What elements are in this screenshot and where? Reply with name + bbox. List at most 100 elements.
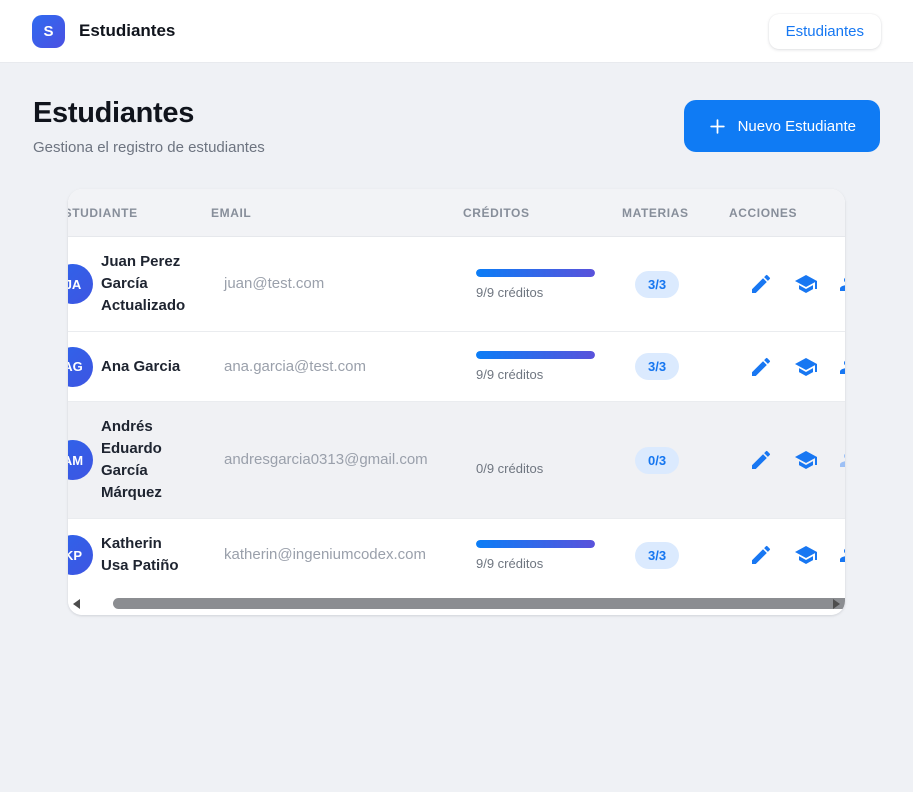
materias-cell: 3/3 (635, 353, 740, 380)
credits-label: 9/9 créditos (476, 285, 635, 300)
column-header-acciones: ACCIONES (727, 206, 845, 220)
email-cell: juan@test.com (224, 275, 476, 293)
avatar: AG (68, 347, 93, 387)
avatar-initials: JA (68, 277, 81, 292)
student-email: ana.garcia@test.com (224, 358, 366, 375)
column-header-email: EMAIL (211, 206, 463, 220)
main-content: Estudiantes Gestiona el registro de estu… (0, 63, 913, 615)
student-name: Juan Perez García Actualizado (101, 251, 189, 317)
people-icon-button[interactable] (839, 272, 845, 296)
credits-progress-fill (476, 351, 595, 359)
credits-cell: 0/9 créditos (476, 445, 635, 476)
avatar-initials: AG (68, 359, 83, 374)
graduation-cap-icon (794, 355, 818, 379)
students-table-card: ESTUDIANTE EMAIL CRÉDITOS MATERIAS ACCIO… (68, 189, 845, 615)
student-cell: JA Juan Perez García Actualizado (68, 251, 224, 317)
avatar: JA (68, 264, 93, 304)
materias-cell: 3/3 (635, 542, 740, 569)
subjects-button[interactable] (794, 355, 818, 379)
table-row: AM Andrés Eduardo García Márquez andresg… (68, 402, 845, 519)
materias-cell: 0/3 (635, 447, 740, 474)
people-icon-button[interactable] (839, 543, 845, 567)
page-header-text: Estudiantes Gestiona el registro de estu… (33, 96, 265, 156)
app-logo-letter: S (43, 23, 53, 40)
materias-badge: 3/3 (635, 271, 679, 298)
graduation-cap-icon (794, 543, 818, 567)
email-cell: katherin@ingeniumcodex.com (224, 546, 476, 564)
table-header-row: ESTUDIANTE EMAIL CRÉDITOS MATERIAS ACCIO… (68, 189, 845, 237)
pencil-icon (749, 448, 773, 472)
page-title: Estudiantes (33, 96, 265, 130)
credits-cell: 9/9 créditos (476, 269, 635, 300)
people-icon (839, 355, 845, 379)
student-name: Katherin Usa Patiño (101, 533, 189, 577)
nav-link-estudiantes[interactable]: Estudiantes (769, 14, 881, 49)
brand: S Estudiantes (32, 15, 175, 48)
edit-button[interactable] (749, 543, 773, 567)
people-icon-button[interactable] (839, 355, 845, 379)
table-row: AG Ana Garcia ana.garcia@test.com 9/9 cr… (68, 332, 845, 402)
people-icon (839, 272, 845, 296)
actions-cell (740, 537, 845, 573)
top-navbar: S Estudiantes Estudiantes (0, 0, 913, 63)
subjects-button[interactable] (794, 272, 818, 296)
materias-badge: 0/3 (635, 447, 679, 474)
subjects-button[interactable] (794, 448, 818, 472)
avatar: KP (68, 535, 93, 575)
people-icon-button[interactable] (839, 448, 845, 472)
materias-badge: 3/3 (635, 353, 679, 380)
subjects-button[interactable] (794, 543, 818, 567)
table-row: JA Juan Perez García Actualizado juan@te… (68, 237, 845, 332)
column-header-creditos: CRÉDITOS (463, 206, 622, 220)
email-cell: ana.garcia@test.com (224, 358, 476, 376)
column-header-estudiante: ESTUDIANTE (68, 206, 211, 220)
graduation-cap-icon (794, 272, 818, 296)
actions-cell (740, 349, 845, 385)
credits-progressbar (476, 540, 595, 548)
student-email: juan@test.com (224, 275, 324, 292)
edit-button[interactable] (749, 448, 773, 472)
plus-icon (708, 117, 727, 136)
credits-label: 9/9 créditos (476, 367, 635, 382)
pencil-icon (749, 355, 773, 379)
email-cell: andresgarcia0313@gmail.com (224, 451, 476, 469)
people-icon (839, 543, 845, 567)
student-email: katherin@ingeniumcodex.com (224, 546, 426, 563)
avatar-initials: AM (68, 453, 83, 468)
page-header: Estudiantes Gestiona el registro de estu… (33, 96, 880, 156)
actions-cell (740, 266, 845, 302)
edit-button[interactable] (749, 355, 773, 379)
credits-cell: 9/9 créditos (476, 351, 635, 382)
credits-progressbar (476, 445, 595, 453)
student-cell: AG Ana Garcia (68, 347, 224, 387)
scroll-right-arrow[interactable] (833, 599, 840, 609)
page-subtitle: Gestiona el registro de estudiantes (33, 139, 265, 156)
student-name: Andrés Eduardo García Márquez (101, 416, 189, 504)
scrollbar-thumb[interactable] (113, 598, 845, 609)
new-student-button-label: Nuevo Estudiante (738, 118, 856, 135)
horizontal-scrollbar[interactable] (68, 591, 845, 615)
credits-cell: 9/9 créditos (476, 540, 635, 571)
credits-label: 9/9 créditos (476, 556, 635, 571)
app-title: Estudiantes (79, 21, 175, 41)
materias-badge: 3/3 (635, 542, 679, 569)
credits-progress-fill (476, 269, 595, 277)
credits-progressbar (476, 351, 595, 359)
new-student-button[interactable]: Nuevo Estudiante (684, 100, 880, 152)
student-name: Ana Garcia (101, 356, 180, 378)
app-logo: S (32, 15, 65, 48)
graduation-cap-icon (794, 448, 818, 472)
credits-progressbar (476, 269, 595, 277)
avatar: AM (68, 440, 93, 480)
pencil-icon (749, 272, 773, 296)
scroll-left-arrow[interactable] (73, 599, 80, 609)
actions-cell (740, 442, 845, 478)
table-body: JA Juan Perez García Actualizado juan@te… (68, 237, 845, 591)
people-icon (839, 448, 845, 472)
credits-progress-fill (476, 540, 595, 548)
student-email: andresgarcia0313@gmail.com (224, 451, 428, 468)
edit-button[interactable] (749, 272, 773, 296)
avatar-initials: KP (68, 548, 82, 563)
table-row: KP Katherin Usa Patiño katherin@ingenium… (68, 519, 845, 591)
credits-label: 0/9 créditos (476, 461, 635, 476)
